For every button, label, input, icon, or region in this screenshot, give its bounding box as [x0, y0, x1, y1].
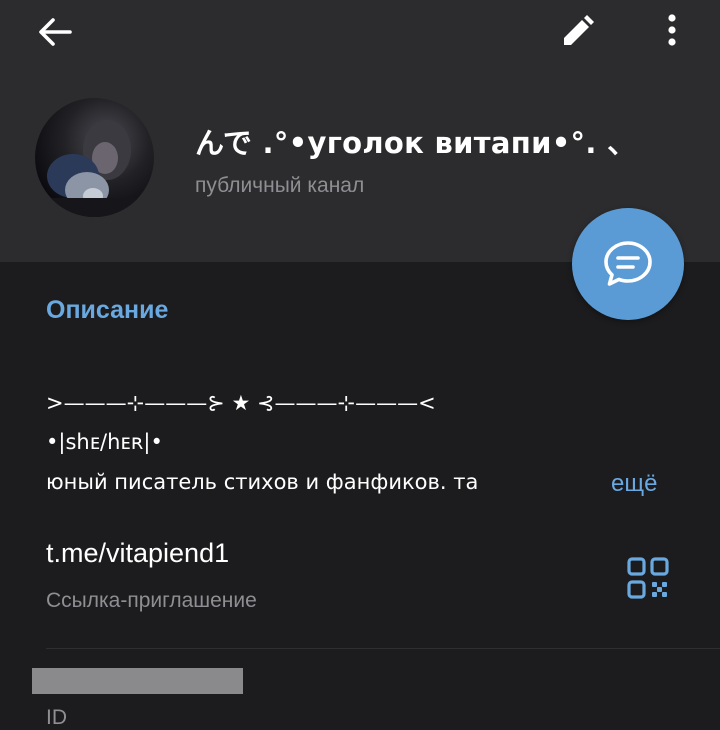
show-more-link[interactable]: ещё [611, 470, 657, 498]
qr-code-icon [627, 557, 669, 599]
section-divider [46, 648, 720, 649]
more-options-button[interactable] [650, 8, 694, 52]
arrow-left-icon [39, 18, 72, 46]
channel-type-label: публичный канал [195, 174, 365, 197]
description-line-3: юный писатель стихов и фанфиков. та [46, 470, 479, 494]
back-button[interactable] [28, 10, 82, 54]
invite-link[interactable]: t.me/vitapiend1 [46, 538, 229, 569]
description-line-2: •|shᴇ/hᴇʀ|• [46, 430, 163, 454]
description-line-1: >———⊹———⊱ ★ ⊰———⊹———< [46, 391, 436, 415]
channel-avatar[interactable] [35, 98, 154, 217]
invite-link-label: Ссылка-приглашение [46, 589, 257, 612]
pencil-icon [564, 15, 594, 45]
channel-title: んで .°•уголок витапи•°. 、 [195, 126, 637, 160]
open-chat-button[interactable] [572, 208, 684, 320]
more-vertical-icon [668, 14, 676, 46]
description-heading: Описание [46, 296, 169, 324]
avatar-photo [35, 120, 154, 217]
qr-code-button[interactable] [626, 556, 670, 600]
edit-button[interactable] [552, 10, 602, 54]
chat-bubble-icon [604, 241, 652, 286]
id-label: ID [46, 706, 67, 729]
redacted-id-value [32, 668, 243, 694]
